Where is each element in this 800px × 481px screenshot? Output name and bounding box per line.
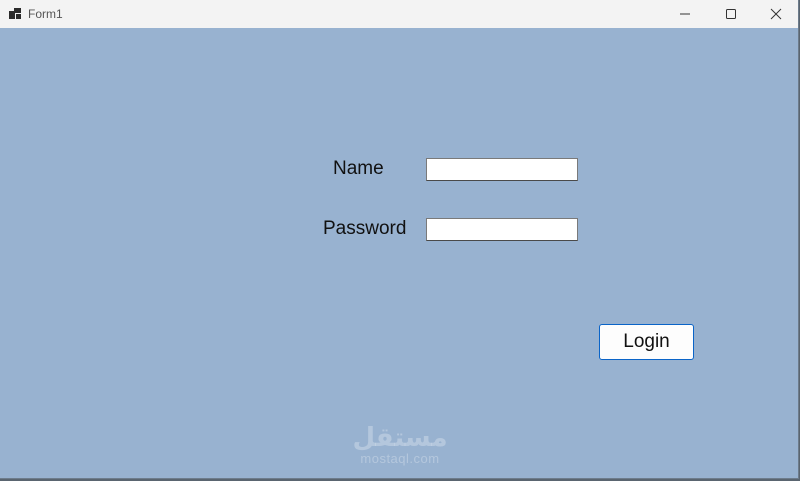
password-label: Password <box>323 218 407 239</box>
maximize-button[interactable] <box>708 0 754 28</box>
watermark: مستقل mostaql.com <box>350 424 450 466</box>
close-icon <box>770 8 782 20</box>
watermark-arabic: مستقل <box>352 423 448 453</box>
form1-window: Form1 Name Password Login مستقل mostaql.… <box>0 0 799 479</box>
name-input[interactable] <box>426 158 578 181</box>
window-title: Form1 <box>28 7 63 21</box>
name-label: Name <box>333 158 384 179</box>
minimize-button[interactable] <box>662 0 708 28</box>
close-button[interactable] <box>753 0 799 28</box>
app-window-icon <box>9 8 21 20</box>
watermark-latin: mostaql.com <box>360 451 440 466</box>
login-button[interactable]: Login <box>599 324 694 360</box>
maximize-icon <box>726 9 736 19</box>
password-input[interactable] <box>426 218 578 241</box>
minimize-icon <box>680 13 690 15</box>
title-bar[interactable]: Form1 <box>0 0 798 28</box>
